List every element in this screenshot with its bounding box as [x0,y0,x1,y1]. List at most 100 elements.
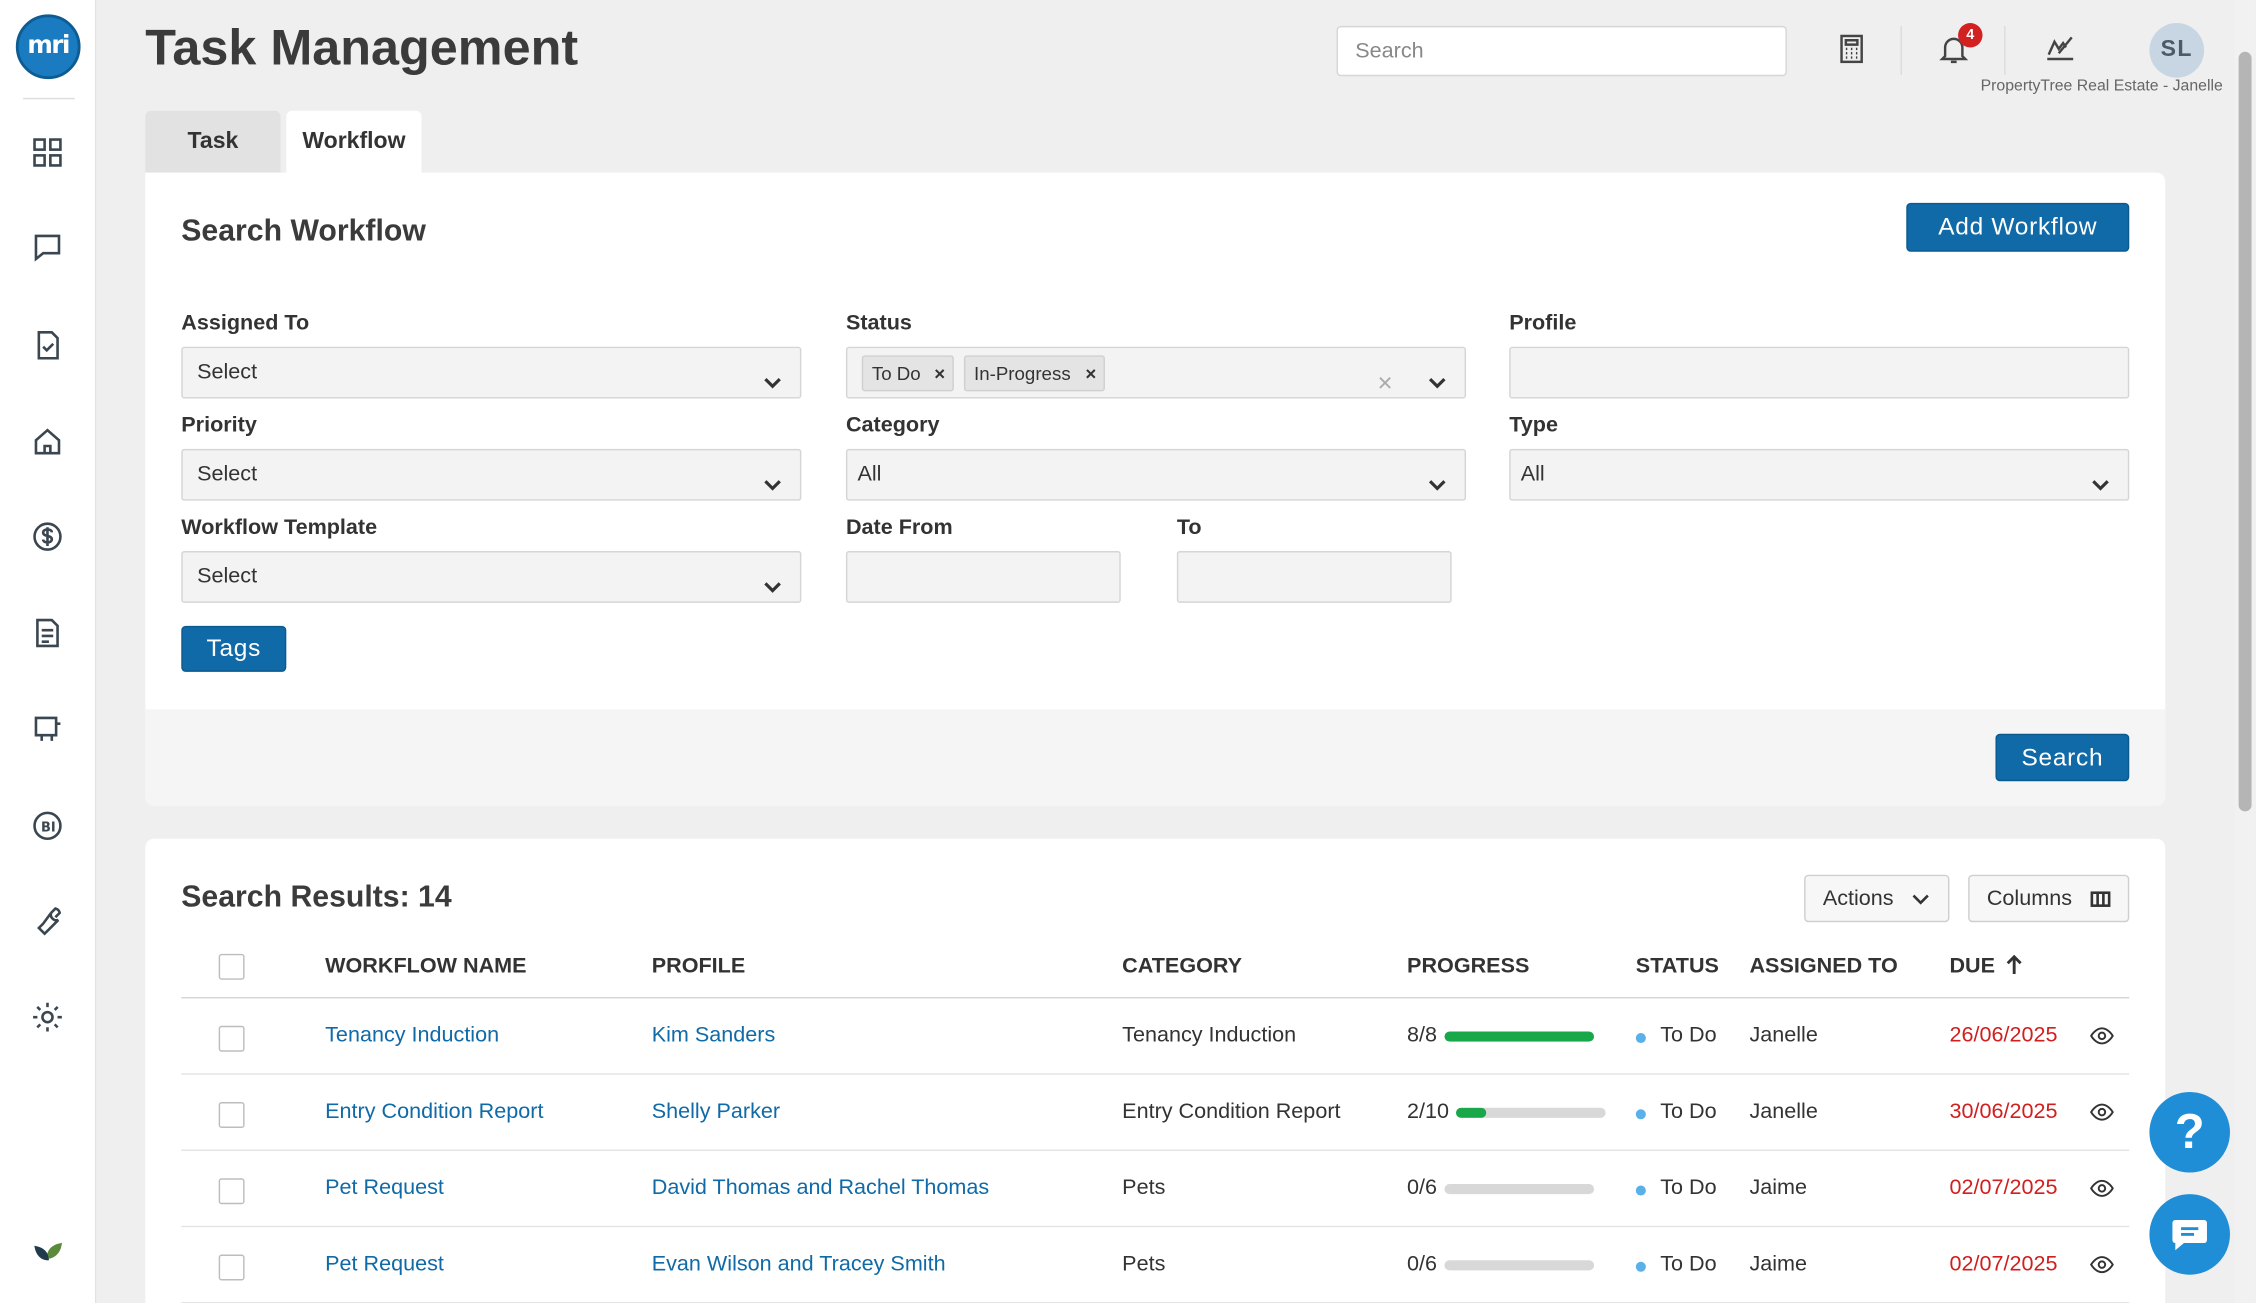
dollar-icon[interactable] [30,519,65,554]
status-multiselect[interactable]: To Do × In-Progress × × [845,346,1467,399]
category-cell: Tenancy Induction [1122,1022,1297,1048]
leaf-icon [30,1230,65,1265]
eye-icon[interactable] [2089,1099,2115,1125]
due-date-cell: 02/07/2025 [1949,1251,2058,1277]
columns-icon [2090,891,2111,907]
chat-button[interactable] [2149,1194,2230,1275]
col-workflow-name[interactable]: WORKFLOW NAME [325,954,526,978]
priority-label: Priority [181,412,257,438]
assigned-to-select[interactable]: Select [181,346,802,399]
eye-icon[interactable] [2089,1175,2115,1201]
tab-workflow[interactable]: Workflow [286,110,422,173]
category-select[interactable]: All [845,448,1467,501]
progress-bar [1444,1184,1595,1195]
profile-input[interactable] [1509,346,2130,399]
scrollbar-thumb[interactable] [2238,51,2252,812]
chevron-down-icon [763,465,783,491]
status-dot [1635,1261,1646,1272]
columns-label: Columns [1986,886,2072,911]
table-row[interactable]: Tenancy Induction Kim Sanders Tenancy Indu… [145,998,2165,1075]
global-search-input[interactable] [1336,25,1787,77]
profile-link[interactable]: David Thomas and Rachel Thomas [652,1175,989,1199]
workflow-template-value: Select [197,563,258,589]
tab-task[interactable]: Task [145,110,281,173]
priority-select[interactable]: Select [181,448,802,501]
chat-bubble-icon [2172,1220,2207,1251]
chip-remove-icon[interactable]: × [1085,357,1096,390]
chat-icon[interactable] [30,230,65,265]
bi-icon[interactable]: BI [30,809,65,844]
help-button[interactable]: ? [2149,1091,2230,1173]
search-button[interactable]: Search [1995,733,2130,782]
checklist-icon[interactable] [30,328,65,363]
search-workflow-panel: Search Workflow Add Workflow Assigned To… [145,172,2166,806]
actions-button[interactable]: Actions [1804,874,1950,923]
row-checkbox[interactable] [218,1254,245,1281]
profile-link[interactable]: Shelly Parker [652,1099,780,1123]
document-icon[interactable] [30,616,65,651]
table-row[interactable]: Pet Request Evan Wilson and Tracey Smith P… [145,1227,2165,1303]
row-checkbox[interactable] [218,1178,245,1205]
eye-icon[interactable] [2089,1252,2115,1278]
select-all-checkbox[interactable] [218,953,245,980]
chip-remove-icon[interactable]: × [934,357,945,390]
eye-icon[interactable] [2089,1023,2115,1049]
calculator-icon[interactable] [1834,32,1869,67]
row-checkbox[interactable] [218,1102,245,1128]
date-to-input[interactable] [1176,551,1452,603]
progress-fill [1455,1107,1486,1118]
notification-badge: 4 [1958,23,1983,48]
status-cell: To Do [1660,1175,1717,1200]
type-label: Type [1509,412,1558,438]
progress-bar [1455,1107,1606,1118]
status-label: Status [845,310,912,336]
dashboard-icon[interactable] [30,135,65,170]
progress-bar [1444,1260,1595,1271]
page-title: Task Management [145,20,579,77]
mri-logo[interactable]: mri [15,14,81,80]
wrench-icon[interactable] [30,904,65,939]
status-dot [1635,1032,1646,1044]
col-progress[interactable]: PROGRESS [1407,954,1529,978]
profile-link[interactable]: Evan Wilson and Tracey Smith [652,1252,946,1276]
columns-button[interactable]: Columns [1968,874,2130,923]
add-workflow-button[interactable]: Add Workflow [1906,202,2130,252]
workflow-name-link[interactable]: Tenancy Induction [325,1023,499,1047]
avatar[interactable]: SL [2149,23,2205,78]
workflow-name-link[interactable]: Pet Request [325,1175,444,1199]
signature-icon[interactable] [2043,32,2078,67]
status-dot [1635,1109,1646,1120]
sort-ascending-icon[interactable] [2004,954,2024,977]
due-date-cell: 02/07/2025 [1949,1175,2058,1200]
col-category[interactable]: CATEGORY [1122,954,1242,978]
search-panel-title: Search Workflow [181,214,426,248]
col-status[interactable]: STATUS [1636,954,1719,978]
results-title: Search Results: 14 [181,880,452,914]
account-name: PropertyTree Real Estate - Janelle [1980,77,2223,95]
gear-icon[interactable] [30,1000,65,1035]
type-select[interactable]: All [1509,448,2130,501]
workflow-template-label: Workflow Template [181,515,378,540]
col-profile[interactable]: PROFILE [652,954,746,978]
table-row[interactable]: Pet Request David Thomas and Rachel Thoma… [145,1151,2165,1228]
workflow-name-link[interactable]: Pet Request [325,1252,444,1276]
col-assigned-to[interactable]: ASSIGNED TO [1749,954,1897,978]
sign-icon[interactable] [30,711,65,746]
table-row[interactable]: Entry Condition Report Shelly Parker Entry… [145,1075,2165,1151]
workflow-template-select[interactable]: Select [181,551,802,603]
tags-button[interactable]: Tags [181,625,287,672]
col-due[interactable]: DUE [1949,954,1995,978]
row-checkbox[interactable] [218,1025,245,1052]
profile-link[interactable]: Kim Sanders [652,1023,776,1047]
workflow-name-link[interactable]: Entry Condition Report [325,1099,543,1123]
status-chip-todo: To Do × [861,355,954,392]
property-icon[interactable] [30,424,65,459]
due-date-cell: 30/06/2025 [1949,1099,2058,1124]
status-dot [1635,1185,1646,1196]
clear-icon[interactable]: × [1378,358,1393,407]
chevron-down-icon [1912,894,1929,905]
profile-label: Profile [1509,310,1577,336]
status-chip-label: To Do [871,362,921,385]
date-from-input[interactable] [845,551,1121,603]
sidebar-divider [23,97,75,100]
